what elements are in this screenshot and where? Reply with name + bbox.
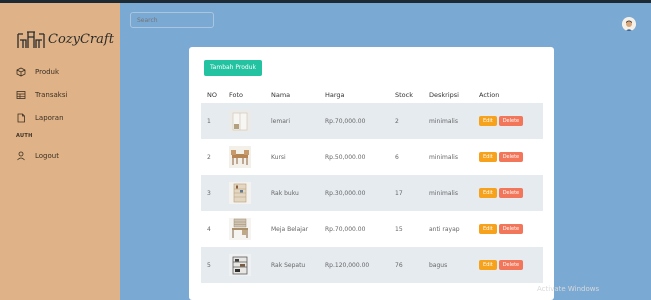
cell-action: Edit Delete <box>479 211 543 247</box>
user-avatar-icon <box>622 18 636 31</box>
cell-foto <box>229 211 271 247</box>
cell-stock: 15 <box>395 225 403 233</box>
table-header-row: NO Foto Nama Harga Stock Deskripsi Actio… <box>201 87 543 103</box>
shoe-rack-image <box>229 254 251 276</box>
cell-action: Edit Delete <box>479 139 543 175</box>
cell-action: Edit Delete <box>479 175 543 211</box>
cell-no: 4 <box>207 225 211 233</box>
edit-button[interactable]: Edit <box>479 260 497 270</box>
cell-harga: Rp.70,000.00 <box>325 225 366 233</box>
furniture-logo-icon <box>17 31 45 48</box>
sidebar: CozyCraft Produk Transaksi Laporan AUTH <box>0 3 120 300</box>
col-action: Action <box>479 91 500 99</box>
cell-foto <box>229 139 271 175</box>
table-row: 3 Rak buku Rp.30,000.00 17 minimalis Edi… <box>201 175 543 211</box>
cell-action: Edit Delete <box>479 247 543 283</box>
cell-no: 2 <box>207 153 211 161</box>
cell-nama: Rak buku <box>271 175 325 211</box>
auth-section-title: AUTH <box>16 133 33 139</box>
edit-button[interactable]: Edit <box>479 188 497 198</box>
cell-harga: Rp.120,000.00 <box>325 247 395 283</box>
cell-foto <box>229 247 271 283</box>
cell-deskripsi: bagus <box>429 247 479 283</box>
logout-label: Logout <box>35 152 59 160</box>
table-icon <box>16 91 26 99</box>
cell-no: 1 <box>201 103 229 139</box>
sidebar-item-produk[interactable]: Produk <box>16 63 116 81</box>
search-input[interactable] <box>130 12 214 28</box>
table-row: 5 Rak Sepatu Rp.120,000.00 76 bagus Edit… <box>201 247 543 283</box>
cell-harga: Rp.70,000.00 <box>325 103 395 139</box>
activate-windows-watermark: Activate Windows <box>537 285 600 293</box>
col-nama: Nama <box>271 91 291 99</box>
col-stock: Stock <box>395 91 413 99</box>
cell-stock: 6 <box>395 153 399 161</box>
cell-stock: 76 <box>395 247 429 283</box>
brand-name: CozyCraft <box>48 31 114 47</box>
delete-button[interactable]: Delete <box>498 188 524 198</box>
edit-button[interactable]: Edit <box>479 152 497 162</box>
delete-button[interactable]: Delete <box>498 224 524 234</box>
bookshelf-image <box>229 182 251 204</box>
col-no: NO <box>207 91 217 99</box>
cell-deskripsi: anti rayap <box>429 225 460 233</box>
edit-button[interactable]: Edit <box>479 116 497 126</box>
col-foto: Foto <box>229 91 244 99</box>
cell-foto <box>229 175 271 211</box>
cell-deskripsi: minimalis <box>429 153 458 161</box>
cell-harga: Rp.50,000.00 <box>325 153 366 161</box>
sidebar-item-transaksi[interactable]: Transaksi <box>16 86 116 104</box>
cell-harga: Rp.30,000.00 <box>325 175 395 211</box>
product-card: Tambah Produk NO Foto Nama Harga Stock D… <box>189 47 554 300</box>
cell-nama: Meja Belajar <box>271 225 309 233</box>
file-icon <box>17 113 25 123</box>
sidebar-item-label: Produk <box>35 68 60 76</box>
delete-button[interactable]: Delete <box>498 260 524 270</box>
table-row: 4 Meja Belajar Rp.70,000.00 15 anti raya… <box>201 211 543 247</box>
product-table: NO Foto Nama Harga Stock Deskripsi Actio… <box>201 87 543 283</box>
delete-button[interactable]: Delete <box>498 152 524 162</box>
cell-no: 5 <box>201 247 229 283</box>
wardrobe-image <box>229 110 251 132</box>
cell-deskripsi: minimalis <box>429 175 479 211</box>
sidebar-item-laporan[interactable]: Laporan <box>16 109 116 127</box>
cell-foto <box>229 103 271 139</box>
cell-nama: lemari <box>271 103 325 139</box>
sidebar-nav: Produk Transaksi Laporan <box>16 63 116 132</box>
chairs-image <box>229 146 251 168</box>
desk-image <box>229 218 251 240</box>
sidebar-item-label: Transaksi <box>35 91 68 99</box>
cell-action: Edit Delete <box>479 103 543 139</box>
cell-stock: 2 <box>395 103 429 139</box>
avatar[interactable] <box>622 17 636 31</box>
col-harga: Harga <box>325 91 345 99</box>
delete-button[interactable]: Delete <box>498 116 524 126</box>
sidebar-item-logout[interactable]: Logout <box>16 147 59 165</box>
add-product-button[interactable]: Tambah Produk <box>204 60 262 76</box>
cell-deskripsi: minimalis <box>429 103 479 139</box>
col-deskripsi: Deskripsi <box>429 91 459 99</box>
user-icon <box>17 151 25 161</box>
edit-button[interactable]: Edit <box>479 224 497 234</box>
cell-nama: Rak Sepatu <box>271 247 325 283</box>
sidebar-item-label: Laporan <box>35 114 64 122</box>
brand-logo[interactable]: CozyCraft <box>16 28 114 50</box>
cell-no: 3 <box>201 175 229 211</box>
box-icon <box>16 67 26 77</box>
cell-nama: Kursi <box>271 153 286 161</box>
cell-stock: 17 <box>395 175 429 211</box>
table-row: 1 lemari Rp.70,000.00 2 minimalis Edit De… <box>201 103 543 139</box>
table-row: 2 Kursi Rp.50,000.00 6 minimalis Edit Del… <box>201 139 543 175</box>
